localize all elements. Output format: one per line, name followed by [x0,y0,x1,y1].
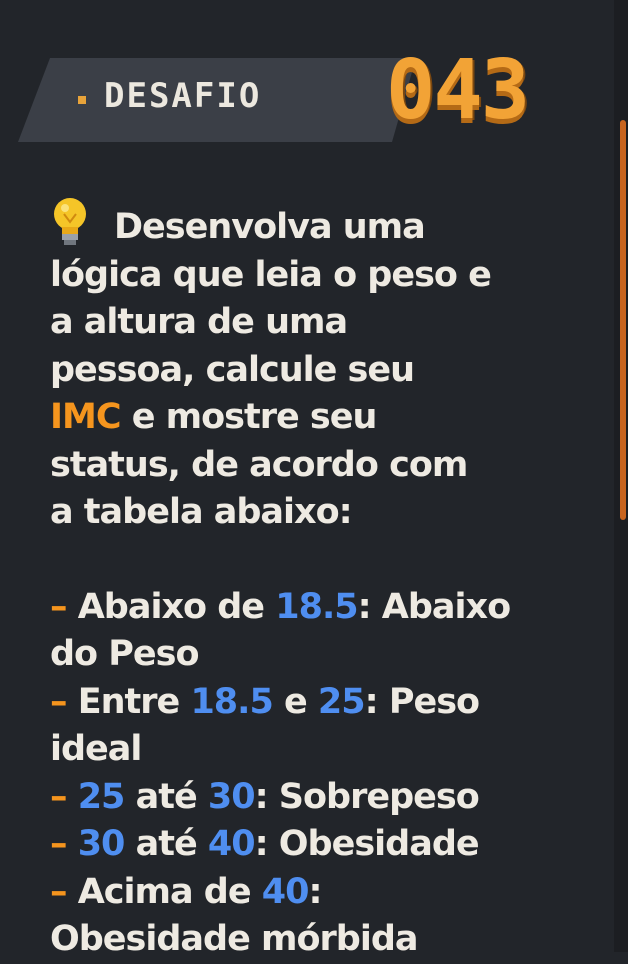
challenge-text: Desenvolva uma lógica que leia o peso e … [50,196,590,964]
table-row: – Abaixo de 18.5: Abaixo [50,586,511,627]
intro-line-6: status, de acordo com [50,444,468,485]
header-dot [78,96,86,104]
header-label: DESAFIO [104,76,262,116]
intro-line-4: pessoa, calcule seu [50,349,415,390]
imc-table: – Abaixo de 18.5: Abaixo do Peso – Entre… [50,584,590,964]
table-row: – 25 até 30: Sobrepeso [50,776,480,817]
lightbulb-icon [54,198,86,245]
table-row-cont: Obesidade mórbida [50,919,419,959]
table-row: – 30 até 40: Obesidade [50,824,480,864]
table-row: – Acima de 40: [50,871,323,912]
intro-line-5: IMC e mostre seu [50,397,377,437]
table-row-cont: ideal [50,729,142,769]
intro-line-3: a altura de uma [50,302,348,342]
intro-line-1: Desenvolva uma [50,196,590,252]
intro-line-2: lógica que leia o peso e [50,254,492,295]
challenge-number: 043 [386,43,530,138]
table-row-cont: do Peso [50,634,200,674]
table-row: – Entre 18.5 e 25: Peso [50,681,480,722]
right-accent-bar [620,120,626,520]
intro-line-7: a tabela abaixo: [50,492,353,532]
imc-highlight: IMC [50,397,122,437]
